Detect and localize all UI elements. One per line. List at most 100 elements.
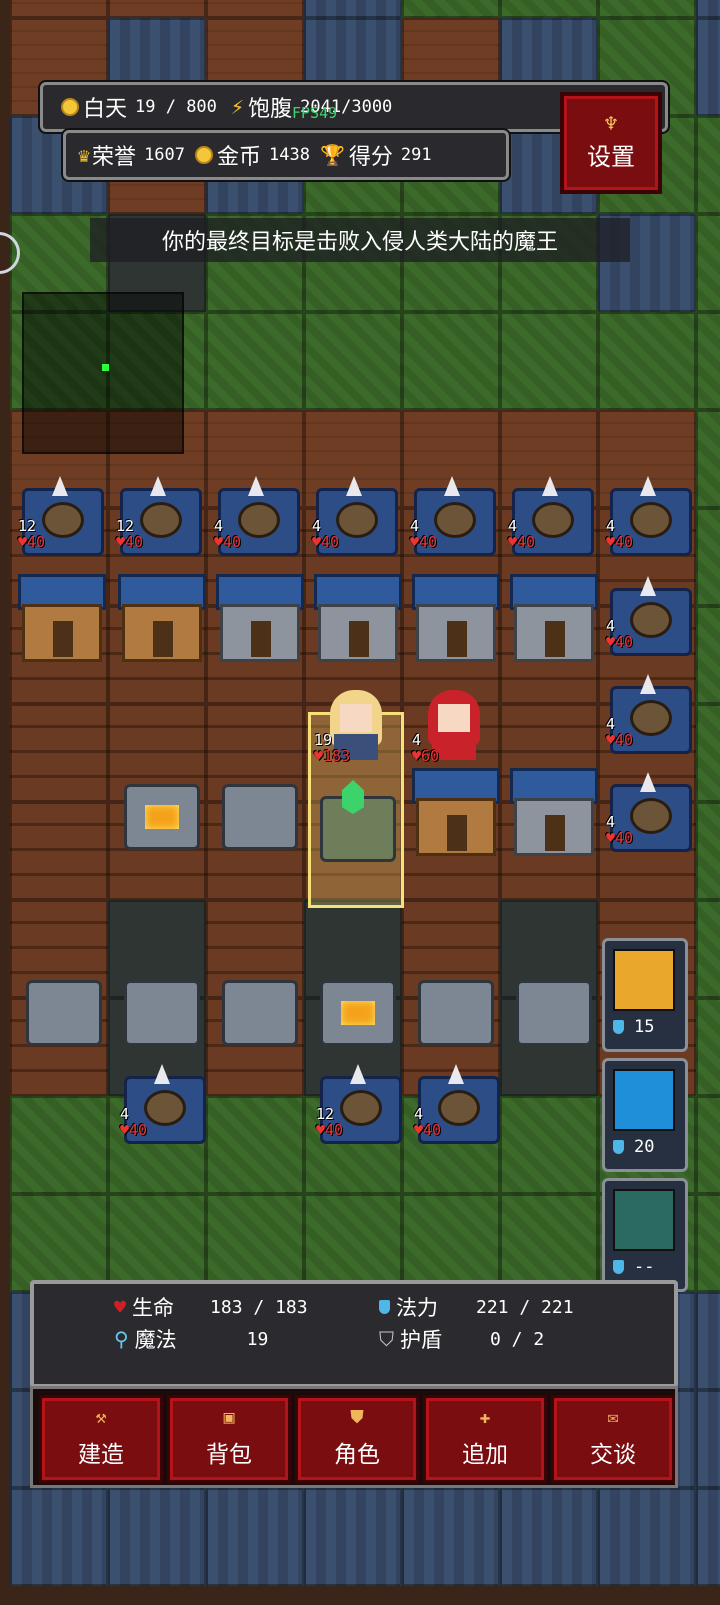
player-hero[interactable]: 19 ♥183 <box>310 690 402 782</box>
ballista-tower[interactable]: 4 ♥40 <box>410 1064 502 1160</box>
hp-value: ♥40 <box>508 533 536 551</box>
ballista-tower[interactable]: 12 ♥40 <box>112 476 204 572</box>
ballista-tower[interactable]: 4 ♥40 <box>504 476 596 572</box>
door <box>545 815 565 851</box>
map-tile <box>500 1096 598 1194</box>
attack-value: 4 <box>606 813 616 831</box>
door <box>153 621 173 657</box>
crystal-core[interactable] <box>308 776 400 868</box>
unit-stats: 4 ♥40 <box>410 518 437 550</box>
settings-button[interactable]: ♆ 设置 <box>560 92 662 194</box>
minimap[interactable] <box>22 292 184 454</box>
backpack-button[interactable]: ▣ 背包 <box>167 1395 291 1483</box>
ballista-tower[interactable]: 12 ♥40 <box>14 476 106 572</box>
talk-button[interactable]: ✉ 交谈 <box>551 1395 675 1483</box>
hp-value: ♥40 <box>606 533 634 551</box>
anvil[interactable] <box>406 960 498 1052</box>
secondary-resource-bar: ♛ 荣誉 1607 金币 1438 🏆 得分 291 <box>63 130 509 180</box>
honor-label: 荣誉 <box>92 145 137 170</box>
workbench[interactable] <box>210 764 302 856</box>
arrow-tip-icon <box>640 674 656 694</box>
wall <box>122 604 202 662</box>
shop-building[interactable] <box>112 570 206 662</box>
face <box>438 704 470 732</box>
map-tile <box>10 1488 108 1586</box>
fire-icon <box>341 1001 375 1025</box>
ballista-wheel <box>630 700 672 736</box>
ballista-tower[interactable]: 4 ♥40 <box>116 1064 208 1160</box>
map-tile <box>206 1096 304 1194</box>
attack-value: 4 <box>606 517 616 535</box>
attack-value: 4 <box>606 617 616 635</box>
storage-machine[interactable] <box>504 960 596 1052</box>
stone-house[interactable] <box>308 570 402 662</box>
grinder[interactable] <box>210 960 302 1052</box>
red-hood-companion[interactable]: 4 ♥60 <box>408 690 500 782</box>
hp-value: ♥40 <box>410 533 438 551</box>
hp-value: ♥183 <box>314 747 351 765</box>
door <box>447 621 467 657</box>
skill-slot-holy[interactable]: 15 <box>602 938 688 1052</box>
skill-slot-lightning[interactable]: 20 <box>602 1058 688 1172</box>
map-tile <box>10 0 108 18</box>
arrow-tip-icon <box>448 1064 464 1084</box>
settings-label: 设置 <box>587 142 635 171</box>
map-tile <box>10 1096 108 1194</box>
machine-sprite <box>320 980 396 1046</box>
forge[interactable] <box>308 960 400 1052</box>
green-crystal-icon <box>342 780 364 814</box>
wall <box>416 798 496 856</box>
attack-value: 12 <box>18 517 37 535</box>
unit-stats: 4 ♥40 <box>214 518 241 550</box>
unit-stats: 12 ♥40 <box>116 518 143 550</box>
ballista-wheel <box>140 502 182 538</box>
map-tile <box>598 0 696 18</box>
map-tile <box>206 1488 304 1586</box>
attack-value: 4 <box>120 1105 130 1123</box>
refrigerator[interactable] <box>14 960 106 1052</box>
building-sprite <box>118 574 206 662</box>
map-tile <box>696 704 720 802</box>
ballista-tower[interactable]: 4 ♥40 <box>210 476 302 572</box>
wrench-icon: ♆ <box>604 111 618 137</box>
stone-house[interactable] <box>504 570 598 662</box>
stone-house[interactable] <box>504 764 598 856</box>
ballista-wheel <box>630 602 672 638</box>
hunger-label: 饱腹 <box>248 97 293 122</box>
wall <box>514 798 594 856</box>
generator[interactable] <box>112 960 204 1052</box>
furnace[interactable] <box>112 764 204 856</box>
ballista-tower[interactable]: 4 ♥40 <box>308 476 400 572</box>
map-tile <box>10 704 108 802</box>
skill-slot-shield[interactable]: -- <box>602 1178 688 1292</box>
ballista-tower[interactable]: 4 ♥40 <box>602 476 694 572</box>
magic-label: 魔法 <box>134 1328 177 1352</box>
bag-icon: ▣ <box>223 1407 235 1428</box>
shield-icon: ⛉ <box>379 1327 394 1351</box>
add-button[interactable]: ✚ 追加 <box>423 1395 547 1483</box>
ballista-tower[interactable]: 4 ♥40 <box>602 772 694 868</box>
character-button[interactable]: ⛊ 角色 <box>295 1395 419 1483</box>
ballista-wheel <box>434 502 476 538</box>
arrow-tip-icon <box>542 476 558 496</box>
attack-value: 4 <box>606 715 616 733</box>
ballista-tower[interactable]: 4 ♥40 <box>602 674 694 770</box>
stone-house[interactable] <box>210 570 304 662</box>
build-label: 建造 <box>78 1442 124 1468</box>
ballista-tower[interactable]: 12 ♥40 <box>312 1064 404 1160</box>
build-button[interactable]: ⚒ 建造 <box>39 1395 163 1483</box>
machine-sprite <box>222 980 298 1046</box>
ballista-tower[interactable]: 4 ♥40 <box>406 476 498 572</box>
mana-potion-icon <box>613 1140 624 1154</box>
wooden-house[interactable] <box>12 570 106 662</box>
map-tile <box>696 1488 720 1586</box>
door <box>251 621 271 657</box>
arrow-tip-icon <box>350 1064 366 1084</box>
stone-house[interactable] <box>406 570 500 662</box>
ballista-tower[interactable]: 4 ♥40 <box>602 576 694 672</box>
map-tile <box>206 312 304 410</box>
ballista-wheel <box>532 502 574 538</box>
machine-sprite <box>124 784 200 850</box>
arrow-tip-icon <box>640 576 656 596</box>
door <box>545 621 565 657</box>
